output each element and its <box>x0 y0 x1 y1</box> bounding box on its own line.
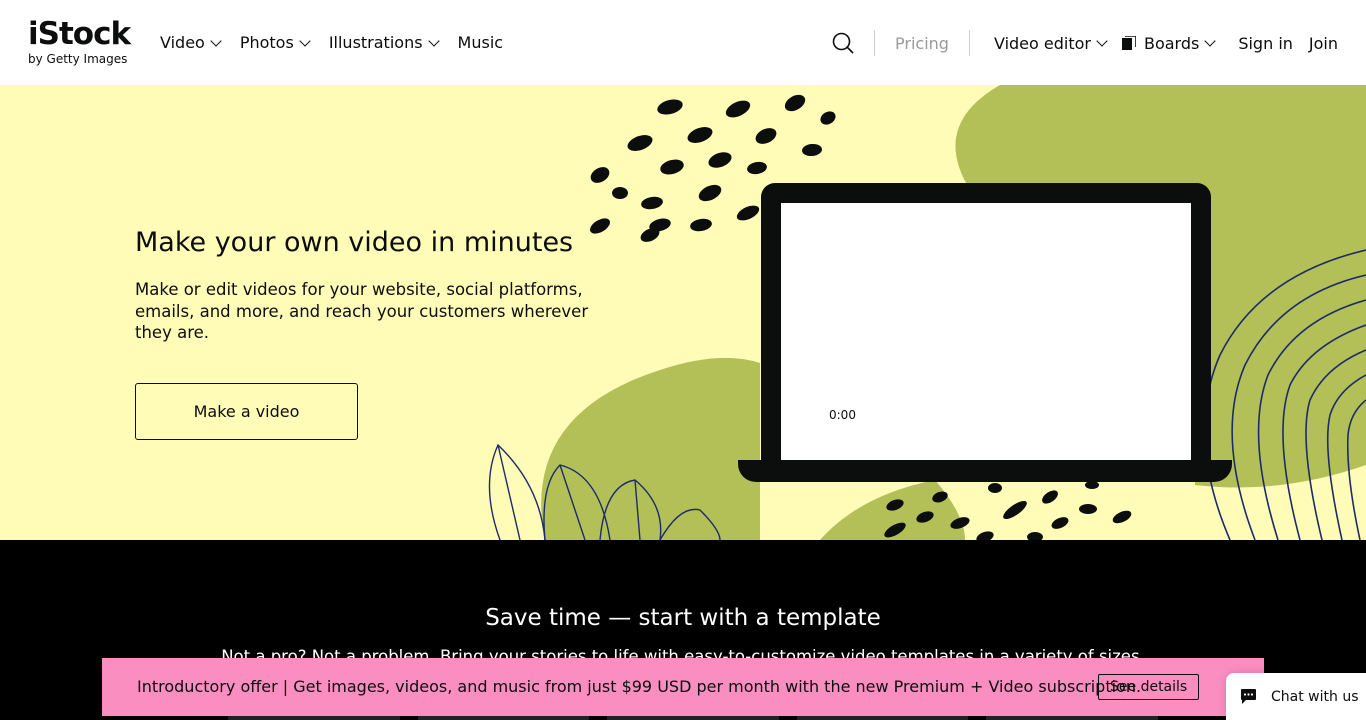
logo-wordmark: iStock <box>28 16 131 52</box>
laptop-mockup: 0:00 <box>738 183 1232 483</box>
hero-description: Make or edit videos for your website, so… <box>135 280 589 342</box>
chevron-down-icon <box>1204 35 1216 47</box>
boards-icon <box>1121 36 1136 50</box>
search-icon[interactable] <box>832 32 854 54</box>
pricing-link[interactable]: Pricing <box>895 34 949 53</box>
sign-in-link[interactable]: Sign in <box>1238 34 1293 53</box>
nav-illustrations[interactable]: Illustrations <box>328 32 440 54</box>
nav-video[interactable]: Video <box>160 32 222 54</box>
divider <box>968 30 970 56</box>
make-a-video-button[interactable]: Make a video <box>135 383 358 440</box>
nav-music[interactable]: Music <box>458 32 504 54</box>
chat-widget-button[interactable]: Chat with us <box>1226 673 1366 720</box>
chevron-down-icon <box>427 35 440 47</box>
laptop-screen-frame: 0:00 <box>761 183 1211 463</box>
video-timecode: 0:00 <box>829 408 856 422</box>
nav-photos[interactable]: Photos <box>239 32 311 54</box>
nav-illustrations-label: Illustrations <box>328 33 423 52</box>
account-nav: Pricing Video editor Boards Sign in Join <box>832 30 1338 56</box>
chat-label: Chat with us <box>1271 688 1359 705</box>
promo-banner: Introductory offer | Get images, videos,… <box>102 658 1264 716</box>
nav-photos-label: Photos <box>239 33 294 52</box>
nav-music-label: Music <box>457 33 504 52</box>
main-nav: Video Photos Illustrations Music <box>160 32 523 54</box>
chevron-down-icon <box>299 35 311 47</box>
laptop-base <box>738 460 1232 482</box>
chevron-down-icon <box>210 35 222 47</box>
nav-video-label: Video <box>160 33 205 52</box>
chat-bubble-icon <box>1241 689 1256 704</box>
boards-menu[interactable]: Boards <box>1121 33 1216 53</box>
boards-label: Boards <box>1143 33 1200 53</box>
istock-logo[interactable]: iStock by Getty Images <box>28 17 138 69</box>
site-header: iStock by Getty Images Video Photos Illu… <box>0 0 1366 85</box>
templates-title: Save time — start with a template <box>485 605 881 631</box>
video-editor-menu[interactable]: Video editor <box>993 33 1108 53</box>
hero-title: Make your own video in minutes <box>135 227 574 258</box>
video-editor-label: Video editor <box>993 33 1091 53</box>
hero-section: Make your own video in minutes Make or e… <box>0 85 1366 540</box>
join-link[interactable]: Join <box>1309 34 1338 53</box>
see-details-button[interactable]: See details <box>1098 674 1200 700</box>
promo-text: Introductory offer | Get images, videos,… <box>137 677 1142 696</box>
logo-tagline: by Getty Images <box>28 52 128 66</box>
divider <box>874 30 876 56</box>
chevron-down-icon <box>1096 35 1108 47</box>
video-player[interactable]: 0:00 <box>781 203 1191 463</box>
